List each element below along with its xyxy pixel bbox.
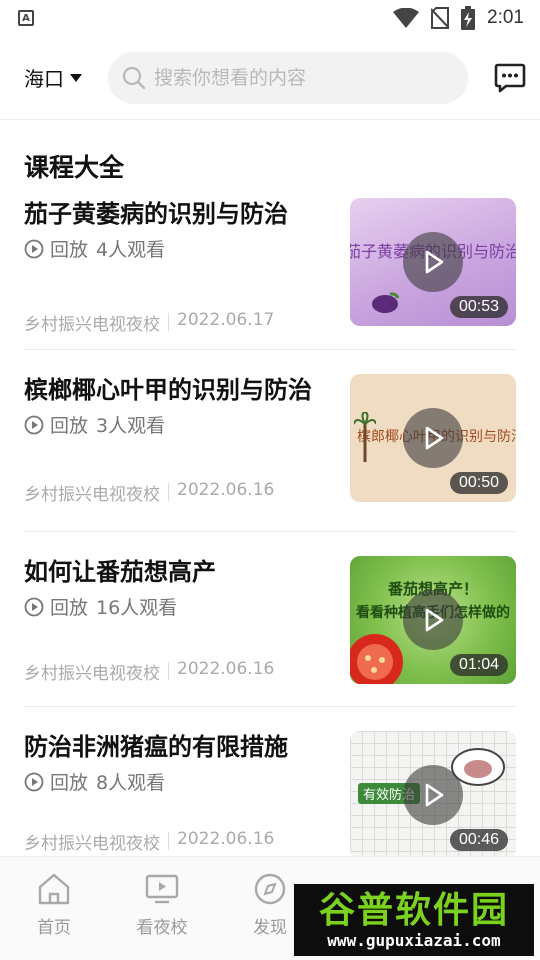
- caret-down-icon: [70, 73, 82, 82]
- course-date: 2022.06.17: [177, 310, 275, 330]
- video-duration: 00:46: [449, 829, 508, 851]
- search-input[interactable]: [154, 66, 454, 89]
- course-date: 2022.06.16: [177, 829, 275, 849]
- palm-tree-icon: [354, 412, 376, 462]
- course-stats: 回放 3人观看: [24, 411, 329, 438]
- play-circle-icon: [24, 415, 44, 434]
- replay-label: 回放: [50, 415, 89, 437]
- nav-discover-label: 发现: [253, 918, 287, 938]
- search-icon: [122, 66, 146, 89]
- replay-label: 回放: [50, 239, 89, 261]
- play-button[interactable]: [403, 232, 463, 292]
- play-icon: [425, 783, 444, 807]
- watermark-logo: 谷普软件园 www.gupuxiazai.com: [294, 884, 534, 956]
- wifi-icon: [393, 8, 420, 28]
- battery-charging-icon: [461, 6, 476, 30]
- course-title: 茄子黄萎病的识别与防治: [24, 200, 288, 228]
- nav-night-school[interactable]: 看夜校: [108, 857, 216, 960]
- course-title: 防治非洲猪瘟的有限措施: [24, 733, 288, 761]
- play-icon: [425, 250, 444, 274]
- course-date: 2022.06.16: [177, 480, 275, 500]
- chat-icon: [494, 63, 526, 92]
- video-thumbnail[interactable]: 茄子黄萎病的识别与防治 00:53: [350, 198, 516, 326]
- course-item[interactable]: 槟榔椰心叶甲的识别与防治 回放 3人观看 乡村振兴电视夜校 2022.06.16…: [24, 350, 516, 532]
- course-title: 如何让番茄想高产: [24, 558, 216, 586]
- message-button[interactable]: [494, 62, 526, 94]
- tomato-icon: [350, 634, 403, 684]
- play-icon: [425, 426, 444, 450]
- eggplant-icon: [372, 292, 400, 313]
- video-duration: 01:04: [449, 654, 508, 676]
- home-icon: [38, 873, 70, 905]
- watermark-title: 谷普软件园: [318, 889, 509, 931]
- viewer-count: 4人观看: [96, 239, 166, 261]
- viewer-count: 16人观看: [96, 597, 178, 619]
- top-bar: 海口: [0, 36, 540, 120]
- course-stats: 回放 16人观看: [24, 593, 329, 620]
- video-thumbnail[interactable]: 槟郎椰心叶甲的识别与防治 00:50: [350, 374, 516, 502]
- course-source: 乡村振兴电视夜校: [24, 315, 160, 335]
- course-stats: 回放 4人观看: [24, 235, 329, 262]
- city-selector[interactable]: 海口: [24, 63, 108, 92]
- nav-night-school-label: 看夜校: [136, 918, 188, 938]
- notification-badge: A: [18, 10, 34, 26]
- nav-home-label: 首页: [37, 918, 71, 938]
- play-button[interactable]: [403, 408, 463, 468]
- no-sim-icon: [431, 7, 450, 29]
- watermark-url: www.gupuxiazai.com: [327, 930, 501, 950]
- viewer-count: 3人观看: [96, 415, 166, 437]
- course-stats: 回放 8人观看: [24, 768, 329, 795]
- tv-play-icon: [145, 874, 179, 904]
- viewer-count: 8人观看: [96, 772, 166, 794]
- course-item[interactable]: 茄子黄萎病的识别与防治 回放 4人观看 乡村振兴电视夜校 2022.06.17 …: [24, 198, 516, 350]
- video-thumbnail[interactable]: 番茄想高产！ 看看种植高手们怎样做的 01:04: [350, 556, 516, 684]
- play-circle-icon: [24, 772, 44, 791]
- video-duration: 00:50: [449, 472, 508, 494]
- play-circle-icon: [24, 597, 44, 616]
- course-date: 2022.06.16: [177, 659, 275, 679]
- course-source: 乡村振兴电视夜校: [24, 485, 160, 505]
- app-screen: A 2:01 海口 课程大全 茄子黄萎病的识别与防治: [0, 0, 540, 960]
- play-circle-icon: [24, 239, 44, 258]
- video-duration: 00:53: [449, 296, 508, 318]
- video-thumbnail[interactable]: 有效防治 00:46: [350, 731, 516, 859]
- city-label: 海口: [24, 67, 64, 91]
- play-button[interactable]: [403, 590, 463, 650]
- section-title: 课程大全: [24, 153, 125, 182]
- play-button[interactable]: [403, 765, 463, 825]
- status-bar: A 2:01: [0, 0, 540, 36]
- course-title: 槟榔椰心叶甲的识别与防治: [24, 376, 312, 404]
- search-bar[interactable]: [108, 51, 468, 104]
- play-icon: [425, 608, 444, 632]
- course-item[interactable]: 如何让番茄想高产 回放 16人观看 乡村振兴电视夜校 2022.06.16 番茄…: [24, 532, 516, 707]
- nav-home[interactable]: 首页: [0, 857, 108, 960]
- clock: 2:01: [487, 7, 524, 28]
- course-list: 茄子黄萎病的识别与防治 回放 4人观看 乡村振兴电视夜校 2022.06.17 …: [0, 198, 540, 907]
- replay-label: 回放: [50, 597, 89, 619]
- course-source: 乡村振兴电视夜校: [24, 834, 160, 854]
- compass-icon: [254, 873, 286, 905]
- replay-label: 回放: [50, 772, 89, 794]
- course-source: 乡村振兴电视夜校: [24, 664, 160, 684]
